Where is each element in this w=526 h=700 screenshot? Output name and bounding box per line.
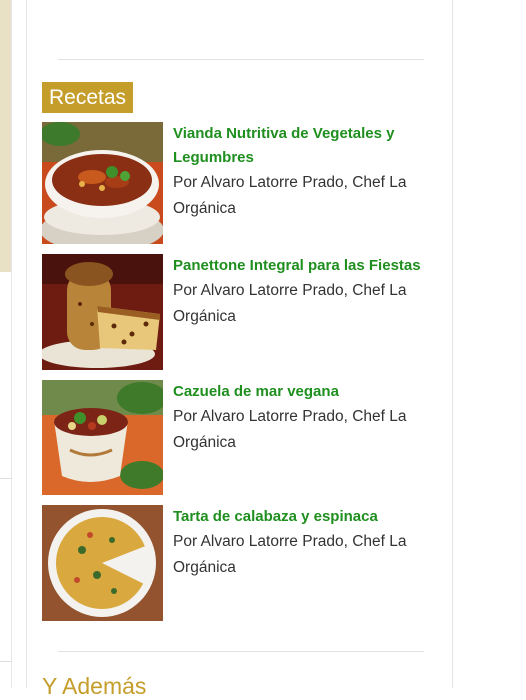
recipe-title[interactable]: Cazuela de mar vegana: [173, 380, 423, 404]
recipe-author: Por Alvaro Latorre Prado, Chef La Orgáni…: [173, 533, 407, 576]
cazuela-photo[interactable]: [42, 380, 163, 495]
recipe-title[interactable]: Tarta de calabaza y espinaca: [173, 505, 423, 529]
recipe-author: Por Alvaro Latorre Prado, Chef La Orgáni…: [173, 282, 407, 325]
recipe-title[interactable]: Panettone Integral para las Fiestas: [173, 254, 423, 278]
recipe-author: Por Alvaro Latorre Prado, Chef La Orgáni…: [173, 408, 407, 451]
section-divider: [58, 59, 424, 60]
left-column-divider: [0, 661, 12, 662]
y-ademas-heading: Y Además: [42, 673, 147, 699]
recipe-author: Por Alvaro Latorre Prado, Chef La Orgáni…: [173, 174, 407, 217]
recipe-title[interactable]: Vianda Nutritiva de Vegetales y Legumbre…: [173, 122, 423, 170]
tart-photo[interactable]: [42, 505, 163, 621]
left-column-divider: [0, 478, 12, 479]
panettone-photo[interactable]: [42, 254, 163, 370]
left-column-border: [11, 0, 12, 688]
left-column-background: [0, 0, 11, 272]
recetas-header: Recetas: [42, 82, 134, 113]
section-divider: [58, 651, 424, 652]
soup-bowl-photo[interactable]: [42, 122, 163, 244]
